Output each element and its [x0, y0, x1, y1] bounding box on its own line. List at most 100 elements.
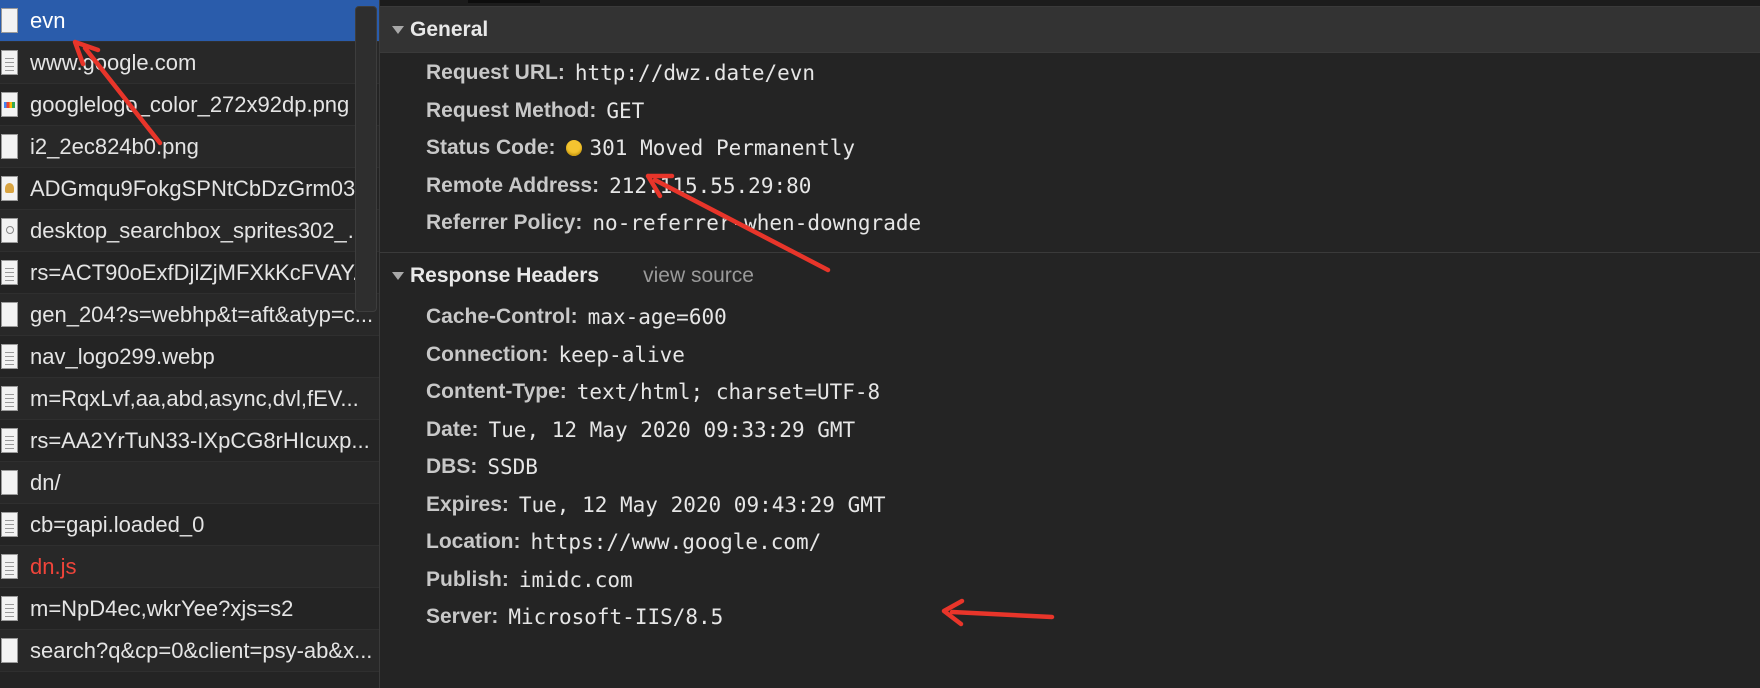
request-row[interactable]: ADGmqu9FokgSPNtCbDzGrm03...: [0, 168, 398, 210]
header-name: Status Code:: [426, 136, 556, 159]
status-indicator-icon: [565, 140, 582, 156]
blank-file-icon: [1, 134, 18, 159]
request-name: googlelogo_color_272x92dp.png: [30, 91, 350, 117]
header-value: no-referrer-when-downgrade: [592, 211, 922, 235]
header-row: Status Code: 301 Moved Permanently: [426, 130, 855, 166]
request-row[interactable]: www.google.com: [0, 42, 398, 84]
header-value: GET: [606, 98, 645, 123]
header-name: Expires:: [426, 492, 509, 516]
google-logo-thumbnail-icon: [1, 92, 18, 117]
request-row[interactable]: cb=gapi.loaded_0: [0, 504, 398, 546]
request-row[interactable]: rs=ACT90oExfDjlZjMFXkKcFVAY...: [0, 252, 398, 294]
header-value: Microsoft-IIS/8.5: [508, 605, 724, 629]
header-value: https://www.google.com/: [530, 530, 822, 554]
request-name: search?q&cp=0&client=psy-ab&x...: [30, 637, 373, 663]
general-section-header[interactable]: General: [380, 7, 1760, 53]
request-name: ADGmqu9FokgSPNtCbDzGrm03...: [30, 175, 374, 201]
request-list-scrollbar[interactable]: [355, 6, 377, 312]
request-list-panel: evn www.google.com googlelogo_color_272x92…: [0, 0, 398, 688]
document-icon: [1, 260, 18, 285]
request-name: nav_logo299.webp: [30, 343, 215, 369]
request-row[interactable]: desktop_searchbox_sprites302_h...: [0, 210, 398, 252]
document-icon: [1, 344, 18, 369]
header-value: SSDB: [487, 455, 538, 479]
header-row: Referrer Policy: no-referrer-when-downgra…: [426, 205, 921, 241]
header-name: Server:: [426, 605, 499, 628]
header-name: Location:: [426, 530, 521, 553]
header-name: Request Method:: [426, 98, 597, 122]
header-value: keep-alive: [558, 342, 685, 367]
blank-file-icon: [1, 638, 18, 663]
header-value: http://dwz.date/evn: [574, 61, 816, 85]
document-icon: [1, 50, 18, 75]
header-row: Publish: imidc.com: [426, 562, 633, 598]
header-row: Location: https://www.google.com/: [426, 524, 821, 560]
header-name: Content-Type:: [426, 380, 567, 403]
response-headers-title: Response Headers: [410, 263, 600, 287]
header-value: Tue, 12 May 2020 09:43:29 GMT: [518, 492, 886, 517]
image-thumbnail-icon: [1, 176, 18, 201]
header-row: Server: Microsoft-IIS/8.5: [426, 599, 723, 635]
collapse-triangle-icon[interactable]: [392, 271, 404, 280]
request-row[interactable]: search?q&cp=0&client=psy-ab&x...: [0, 630, 398, 672]
collapse-triangle-icon[interactable]: [392, 25, 404, 34]
request-row[interactable]: rs=AA2YrTuN33-IXpCG8rHIcuxp...: [0, 420, 398, 462]
request-name: m=RqxLvf,aa,abd,async,dvl,fEV...: [30, 385, 359, 411]
request-name: dn/: [30, 469, 61, 495]
request-row[interactable]: dn/: [0, 462, 398, 504]
header-row: Cache-Control: max-age=600: [426, 299, 727, 335]
request-name: i2_2ec824b0.png: [30, 133, 199, 159]
blank-file-icon: [1, 302, 18, 327]
header-row: DBS: SSDB: [426, 449, 538, 485]
header-row: Content-Type: text/html; charset=UTF-8: [426, 374, 880, 410]
request-name: rs=AA2YrTuN33-IXpCG8rHIcuxp...: [30, 427, 370, 453]
header-value: 212.115.55.29:80: [609, 173, 812, 198]
header-value: imidc.com: [518, 567, 633, 592]
document-icon: [1, 596, 18, 621]
header-name: Publish:: [426, 567, 509, 591]
document-icon: [1, 386, 18, 411]
header-name: Cache-Control:: [426, 305, 578, 328]
header-row: Request Method: GET: [426, 93, 644, 129]
request-name: rs=ACT90oExfDjlZjMFXkKcFVAY...: [30, 259, 371, 285]
request-name: m=NpD4ec,wkrYee?xjs=s2: [30, 595, 294, 621]
request-row[interactable]: nav_logo299.webp: [0, 336, 398, 378]
document-icon: [1, 428, 18, 453]
header-row: Connection: keep-alive: [426, 337, 685, 373]
general-section-title: General: [410, 17, 489, 41]
blank-file-icon: [1, 8, 18, 33]
request-name: cb=gapi.loaded_0: [30, 511, 205, 537]
request-name: www.google.com: [30, 49, 197, 75]
request-row[interactable]: i2_2ec824b0.png: [0, 126, 398, 168]
response-headers-section-header[interactable]: Response Headers view source: [380, 252, 1760, 298]
header-name: Connection:: [426, 342, 549, 366]
tab-strip: [380, 0, 1760, 7]
request-name: evn: [30, 7, 66, 33]
document-icon: [1, 554, 18, 579]
view-source-link[interactable]: view source: [643, 264, 754, 288]
request-row[interactable]: dn.js: [0, 546, 398, 588]
document-icon: [1, 512, 18, 537]
blank-file-icon: [1, 470, 18, 495]
header-value: Tue, 12 May 2020 09:33:29 GMT: [488, 417, 856, 442]
request-name: desktop_searchbox_sprites302_h...: [30, 217, 375, 243]
request-row[interactable]: googlelogo_color_272x92dp.png: [0, 84, 398, 126]
headers-panel: General Request URL: http://dwz.date/evn R…: [380, 0, 1760, 688]
header-name: Remote Address:: [426, 173, 600, 197]
request-row[interactable]: m=NpD4ec,wkrYee?xjs=s2: [0, 588, 398, 630]
header-row: Remote Address: 212.115.55.29:80: [426, 168, 811, 204]
header-name: Date:: [426, 417, 479, 441]
active-tab-indicator: [468, 0, 540, 3]
request-row[interactable]: evn: [0, 0, 398, 42]
header-row: Request URL: http://dwz.date/evn: [426, 55, 815, 91]
header-name: Request URL:: [426, 61, 565, 84]
header-row: Date: Tue, 12 May 2020 09:33:29 GMT: [426, 412, 855, 448]
request-row[interactable]: gen_204?s=webhp&t=aft&atyp=c...: [0, 294, 398, 336]
request-row[interactable]: m=RqxLvf,aa,abd,async,dvl,fEV...: [0, 378, 398, 420]
request-name: gen_204?s=webhp&t=aft&atyp=c...: [30, 301, 374, 327]
header-value: text/html; charset=UTF-8: [576, 380, 881, 404]
header-value: 301 Moved Permanently: [589, 136, 856, 160]
header-value: max-age=600: [587, 305, 727, 329]
header-row: Expires: Tue, 12 May 2020 09:43:29 GMT: [426, 487, 886, 523]
header-name: Referrer Policy:: [426, 211, 583, 234]
